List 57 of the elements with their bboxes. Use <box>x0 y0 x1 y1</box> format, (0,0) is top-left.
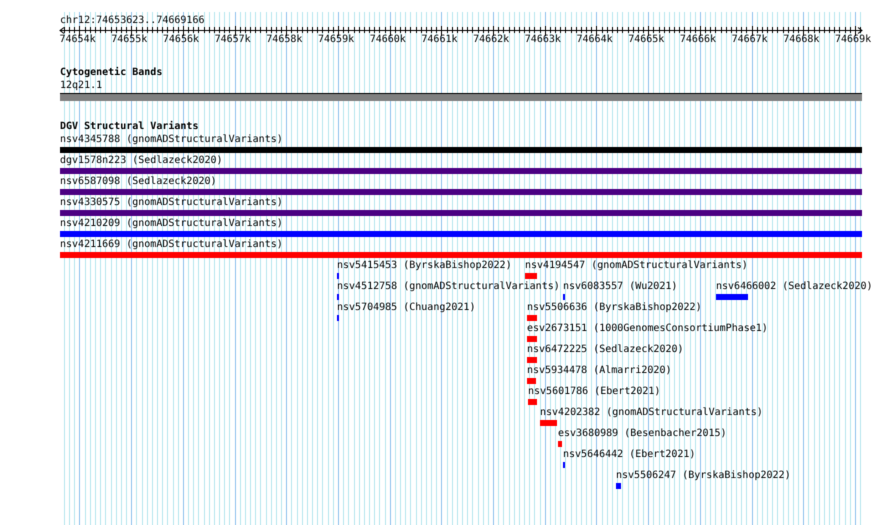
track-title: Cytogenetic Bands <box>60 67 162 79</box>
feature-bar[interactable] <box>60 147 862 153</box>
feature-bar[interactable] <box>716 294 748 300</box>
tick-label: 74660k <box>370 34 406 46</box>
band-label: 12q21.1 <box>60 80 102 92</box>
feature-label: nsv4345788 (gnomADStructuralVariants) <box>60 134 283 146</box>
tick-label: 74655k <box>111 34 148 46</box>
feature-label: nsv6466002 (Sedlazeck2020) <box>716 281 873 293</box>
feature-label: nsv4202382 (gnomADStructuralVariants) <box>540 407 763 419</box>
feature-bar[interactable] <box>525 273 537 279</box>
feature-label: nsv5646442 (Ebert2021) <box>563 449 696 461</box>
tick-label: 74667k <box>732 34 768 46</box>
tick-label: 74654k <box>59 34 96 46</box>
feature-label: nsv5506636 (ByrskaBishop2022) <box>527 302 702 314</box>
feature-bar[interactable] <box>60 189 862 195</box>
feature-bar[interactable] <box>527 336 537 342</box>
feature-bar[interactable] <box>558 441 562 447</box>
feature-label: nsv6587098 (Sedlazeck2020) <box>60 176 217 188</box>
feature-label: esv2673151 (1000GenomesConsortiumPhase1) <box>527 323 768 335</box>
tick-label: 74664k <box>576 34 613 46</box>
feature-label: nsv5601786 (Ebert2021) <box>528 386 660 398</box>
feature-label: nsv4330575 (gnomADStructuralVariants) <box>60 197 283 209</box>
feature-label: nsv5934478 (Almarri2020) <box>527 365 672 377</box>
tick-label: 74656k <box>162 34 200 46</box>
feature-bar[interactable] <box>616 483 621 489</box>
tick-label: 74669k <box>834 34 872 46</box>
tick-label: 74668k <box>783 34 820 46</box>
feature-label: nsv5506247 (ByrskaBishop2022) <box>616 470 791 482</box>
tick-label: 74663k <box>524 34 561 46</box>
feature-bar[interactable] <box>60 210 862 216</box>
tick-label: 74665k <box>628 34 664 46</box>
feature-label: nsv6472225 (Sedlazeck2020) <box>527 344 684 356</box>
feature-bar[interactable] <box>60 252 862 258</box>
feature-label: nsv4210209 (gnomADStructuralVariants) <box>60 218 283 230</box>
feature-label: nsv6083557 (Wu2021) <box>563 281 678 293</box>
feature-label: dgv1578n223 (Sedlazeck2020) <box>60 155 223 167</box>
location-label: chr12:74653623..74669166 <box>60 15 204 27</box>
feature-bar[interactable] <box>60 168 862 174</box>
tick-label: 74666k <box>680 34 716 46</box>
tick-label: 74658k <box>266 34 302 46</box>
feature-bar[interactable] <box>527 378 536 384</box>
feature-label: nsv5704985 (Chuang2021) <box>337 302 476 314</box>
tick-label: 74662k <box>473 34 510 46</box>
feature-label: nsv4194547 (gnomADStructuralVariants) <box>525 260 748 272</box>
feature-label: nsv4211669 (gnomADStructuralVariants) <box>60 239 283 251</box>
feature-bar[interactable] <box>527 315 537 321</box>
feature-label: nsv4512758 (gnomADStructuralVariants) <box>337 281 560 293</box>
feature-bar[interactable] <box>527 357 537 363</box>
feature-bar[interactable] <box>60 231 862 237</box>
tick-label: 74657k <box>214 34 251 46</box>
tick-label: 74659k <box>318 34 354 46</box>
feature-label: esv3680989 (Besenbacher2015) <box>558 428 727 440</box>
feature-bar[interactable] <box>528 399 537 405</box>
feature-bar[interactable] <box>540 420 557 426</box>
tick-label: 74661k <box>421 34 458 46</box>
feature-label: nsv5415453 (ByrskaBishop2022) <box>337 260 512 272</box>
track-title: DGV Structural Variants <box>60 121 198 133</box>
